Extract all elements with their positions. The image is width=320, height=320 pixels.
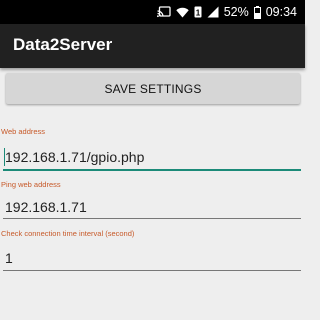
web-address-underline — [3, 169, 301, 171]
web-address-label: Web address — [1, 127, 46, 136]
interval-underline — [3, 270, 301, 271]
interval-label: Check connection time interval (second) — [1, 229, 135, 238]
save-settings-button[interactable]: SAVE SETTINGS — [6, 73, 300, 104]
ping-address-underline — [3, 218, 301, 219]
app-bar: Data2Server — [0, 24, 305, 68]
app-title: Data2Server — [13, 35, 113, 54]
ping-address-label: Ping web address — [1, 180, 61, 189]
web-address-input[interactable] — [3, 145, 301, 169]
clock: 09:34 — [265, 5, 297, 19]
status-icons: 1 52% 09:34 — [156, 0, 297, 24]
cast-icon — [156, 6, 171, 18]
status-bar: 1 52% 09:34 — [0, 0, 305, 24]
wifi-icon — [175, 7, 189, 18]
interval-input[interactable] — [3, 246, 301, 270]
svg-text:1: 1 — [195, 8, 200, 17]
sim-1-icon: 1 — [194, 6, 202, 18]
battery-percent: 52% — [223, 5, 249, 19]
text-cursor — [4, 148, 5, 166]
ping-address-input[interactable] — [3, 195, 301, 219]
signal-icon — [207, 6, 219, 18]
battery-icon — [253, 5, 261, 19]
